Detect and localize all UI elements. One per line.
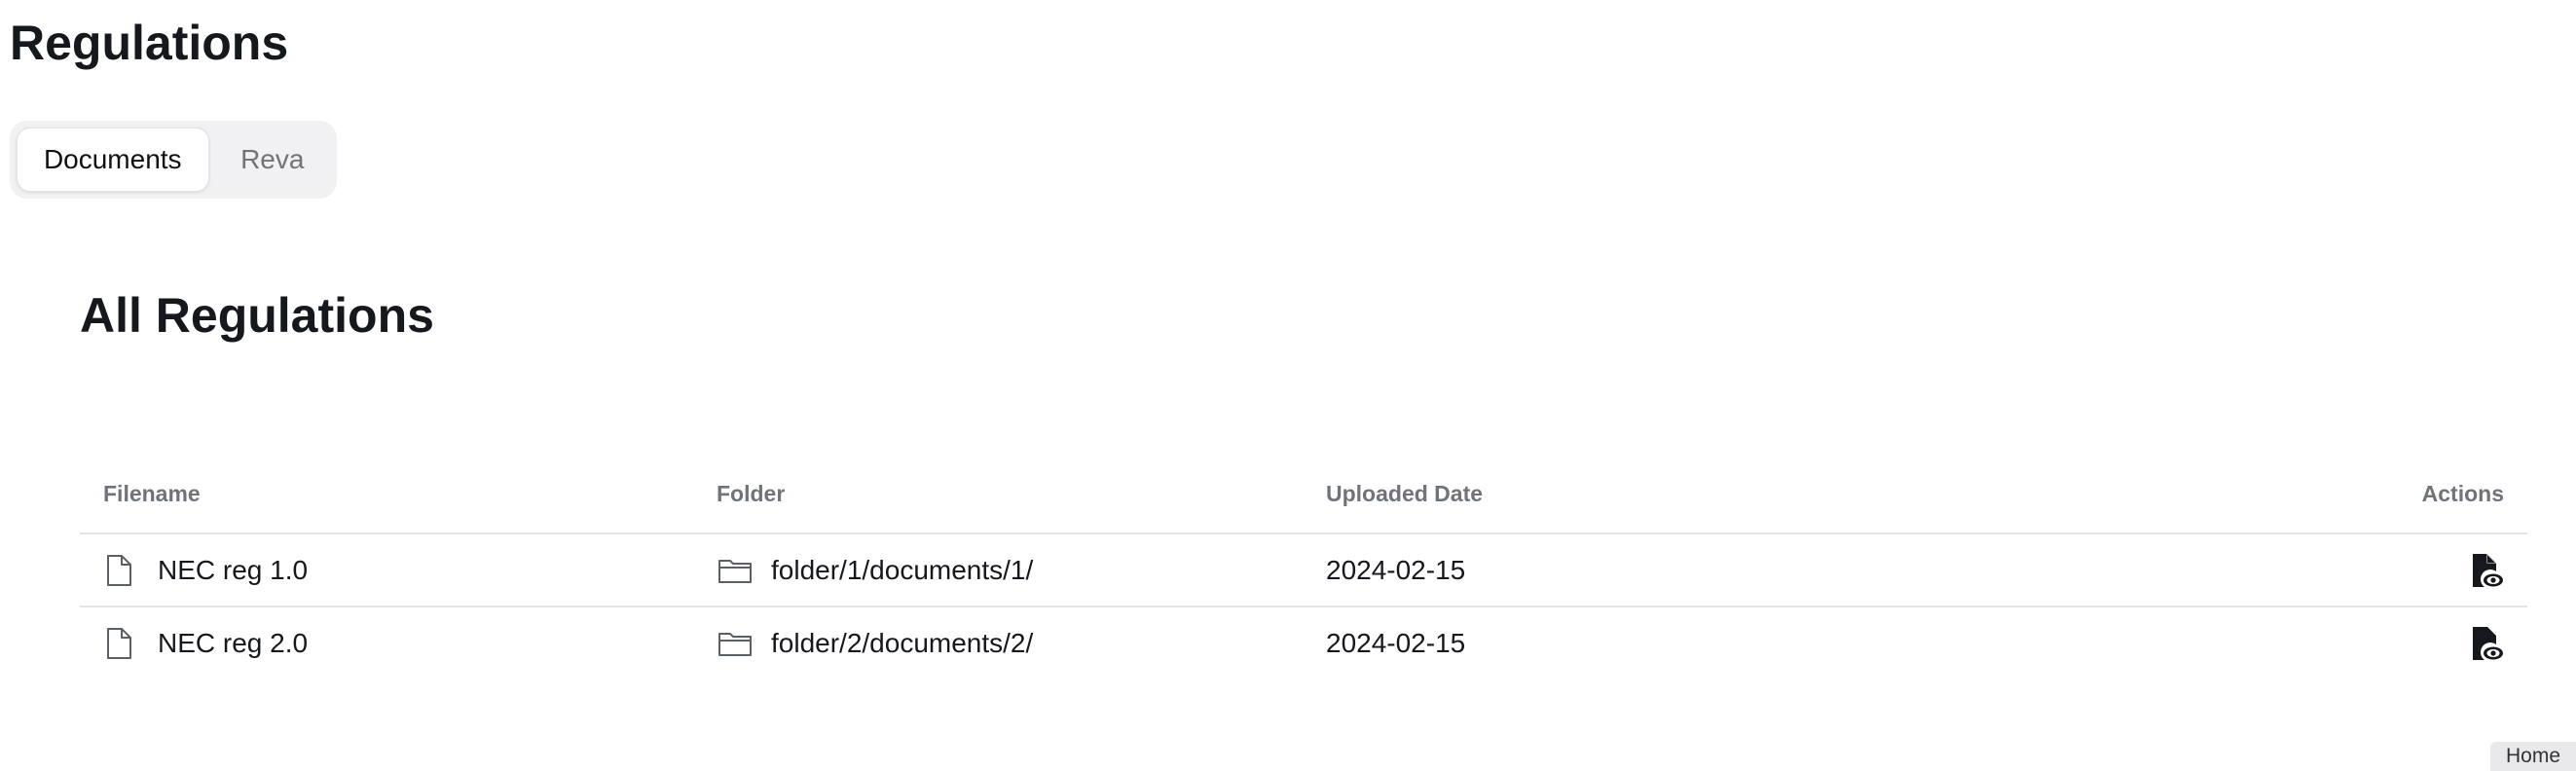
section-title: All Regulations	[80, 288, 434, 343]
table-header: Filename Folder Uploaded Date Actions	[80, 458, 2527, 534]
column-header-uploaded-date: Uploaded Date	[1326, 481, 1484, 506]
uploaded-date-cell: 2024-02-15	[1326, 554, 1466, 585]
file-icon	[103, 554, 134, 587]
regulations-table: Filename Folder Uploaded Date Actions NE…	[80, 458, 2527, 679]
page-title: Regulations	[10, 16, 289, 70]
tab-documents[interactable]: Documents	[17, 128, 209, 192]
column-header-filename: Filename	[103, 481, 201, 506]
file-icon	[103, 627, 134, 660]
tab-list: Documents Reva	[10, 121, 337, 199]
table-row: NEC reg 2.0 folder/2/documents/2/ 2024-0…	[80, 607, 2527, 679]
home-link[interactable]: Home	[2490, 742, 2576, 771]
table-row: NEC reg 1.0 folder/1/documents/1/ 2024-0…	[80, 534, 2527, 607]
column-header-folder: Folder	[717, 481, 786, 506]
actions-cell	[2471, 534, 2504, 606]
folder-icon	[717, 557, 754, 584]
filename-text: NEC reg 1.0	[158, 554, 309, 585]
folder-path-text: folder/2/documents/2/	[771, 627, 1034, 658]
filename-text: NEC reg 2.0	[158, 627, 309, 658]
view-document-icon[interactable]	[2471, 625, 2504, 662]
view-document-icon[interactable]	[2471, 552, 2504, 589]
filename-cell: NEC reg 1.0	[103, 534, 308, 606]
filename-cell: NEC reg 2.0	[103, 607, 308, 679]
folder-cell: folder/1/documents/1/	[717, 534, 1033, 606]
uploaded-date-cell: 2024-02-15	[1326, 627, 1466, 658]
folder-icon	[717, 630, 754, 657]
actions-cell	[2471, 607, 2504, 679]
folder-path-text: folder/1/documents/1/	[771, 554, 1034, 585]
tab-reva[interactable]: Reva	[215, 128, 330, 192]
folder-cell: folder/2/documents/2/	[717, 607, 1033, 679]
column-header-actions: Actions	[2421, 481, 2504, 506]
